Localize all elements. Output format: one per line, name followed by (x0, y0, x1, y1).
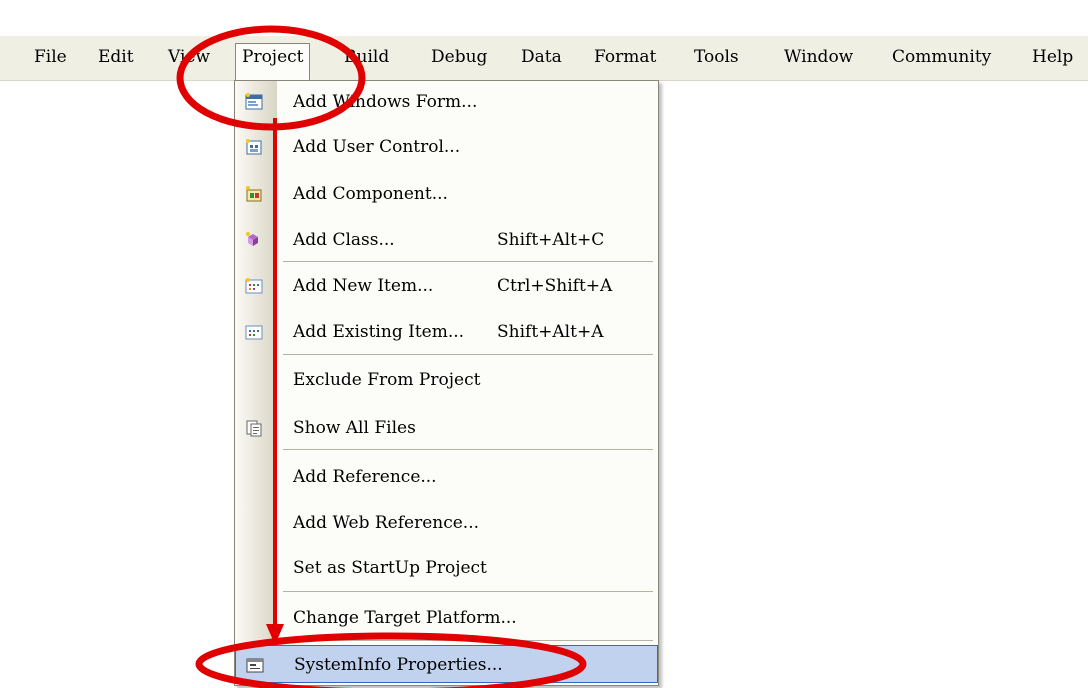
menu-item-change-target-platform[interactable]: Change Target Platform... (235, 599, 658, 637)
menu-item-add-web-reference[interactable]: Add Web Reference... (235, 504, 658, 542)
menu-window[interactable]: Window (778, 44, 859, 70)
menu-community[interactable]: Community (886, 44, 997, 70)
menu-data[interactable]: Data (515, 44, 568, 70)
user-control-icon (246, 139, 262, 155)
show-all-files-icon (246, 420, 262, 437)
menu-item-label: Set as StartUp Project (293, 558, 487, 578)
menu-help[interactable]: Help (1026, 44, 1079, 70)
menu-item-add-new-item[interactable]: Add New Item... Ctrl+Shift+A (235, 267, 658, 305)
project-menu-dropdown: Add Windows Form... Add User Control... … (234, 80, 659, 686)
menu-edit[interactable]: Edit (92, 44, 140, 70)
menu-project[interactable]: Project (235, 43, 311, 80)
menu-format-label: Format (594, 47, 657, 67)
properties-icon (246, 658, 264, 673)
menu-item-label: Exclude From Project (293, 370, 481, 390)
menu-separator (283, 261, 653, 262)
menu-item-label: Add Class... (293, 230, 395, 250)
menu-file-label: File (34, 47, 67, 67)
menu-tools-label: Tools (694, 47, 739, 67)
menu-item-label: Add Windows Form... (293, 92, 478, 112)
existing-item-icon (245, 325, 263, 340)
menu-item-add-class[interactable]: Add Class... Shift+Alt+C (235, 221, 658, 259)
windows-form-icon (245, 93, 263, 110)
menu-item-add-existing-item[interactable]: Add Existing Item... Shift+Alt+A (235, 313, 658, 351)
menu-item-label: Show All Files (293, 418, 416, 438)
menu-item-add-reference[interactable]: Add Reference... (235, 458, 658, 496)
menu-project-label: Project (242, 47, 304, 67)
menu-help-label: Help (1032, 47, 1074, 67)
menu-item-label: Change Target Platform... (293, 608, 517, 628)
menu-build-label: Build (344, 47, 390, 67)
menu-item-set-as-startup-project[interactable]: Set as StartUp Project (235, 549, 658, 587)
menu-item-label: Add Component... (293, 184, 448, 204)
menu-item-label: Add New Item... (293, 276, 434, 296)
menu-build[interactable]: Build (338, 44, 395, 70)
menu-data-label: Data (521, 47, 562, 67)
menu-item-label: Add Reference... (293, 467, 437, 487)
menu-item-label: Add Existing Item... (293, 322, 465, 342)
menu-format[interactable]: Format (588, 44, 662, 70)
menu-separator (283, 640, 653, 641)
menu-item-add-user-control[interactable]: Add User Control... (235, 128, 658, 166)
menu-separator (283, 591, 653, 592)
menu-view-label: View (168, 47, 211, 67)
menu-window-label: Window (784, 47, 854, 67)
menu-tools[interactable]: Tools (688, 44, 745, 70)
menu-debug-label: Debug (431, 47, 488, 67)
menu-bar: File Edit View Project Build Debug Data … (0, 36, 1088, 81)
menu-item-shortcut: Ctrl+Shift+A (497, 276, 613, 296)
menu-community-label: Community (892, 47, 992, 67)
menu-item-systeminfo-properties[interactable]: SystemInfo Properties... (235, 645, 658, 683)
menu-separator (283, 354, 653, 355)
menu-file[interactable]: File (28, 44, 73, 70)
menu-item-add-component[interactable]: Add Component... (235, 175, 658, 213)
component-icon (246, 186, 262, 202)
class-icon (246, 232, 258, 246)
new-item-icon (245, 278, 263, 294)
menu-debug[interactable]: Debug (425, 44, 493, 70)
menu-view[interactable]: View (162, 44, 216, 70)
menu-edit-label: Edit (98, 47, 134, 67)
menu-item-shortcut: Shift+Alt+C (497, 230, 605, 250)
menu-item-label: SystemInfo Properties... (294, 655, 503, 675)
menu-item-exclude-from-project[interactable]: Exclude From Project (235, 361, 658, 399)
menu-item-show-all-files[interactable]: Show All Files (235, 409, 658, 447)
menu-item-shortcut: Shift+Alt+A (497, 322, 604, 342)
menu-separator (283, 449, 653, 450)
menu-item-label: Add User Control... (293, 137, 461, 157)
menu-item-add-windows-form[interactable]: Add Windows Form... (235, 83, 658, 121)
menu-item-label: Add Web Reference... (293, 513, 480, 533)
